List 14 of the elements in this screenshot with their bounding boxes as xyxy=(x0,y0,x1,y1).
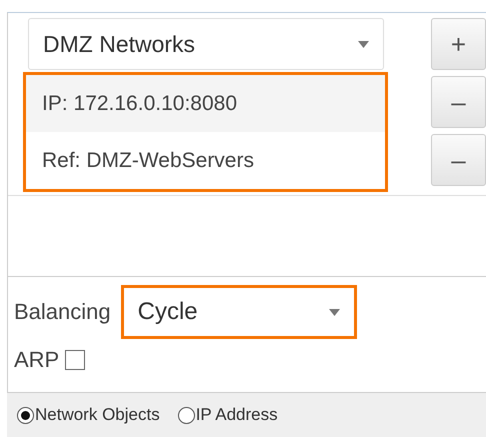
entry-item[interactable]: IP: 172.16.0.10:8080 xyxy=(26,75,385,132)
arp-label: ARP xyxy=(14,347,60,373)
entry-item[interactable]: Ref: DMZ-WebServers xyxy=(26,132,385,189)
caret-icon xyxy=(358,40,369,48)
network-select[interactable]: DMZ Networks xyxy=(28,18,384,70)
mode-radio[interactable]: IP Address xyxy=(178,405,278,425)
remove-button[interactable]: – xyxy=(431,134,486,186)
arp-checkbox[interactable] xyxy=(65,350,86,370)
caret-icon xyxy=(328,308,340,316)
remove-button[interactable]: – xyxy=(431,76,486,128)
balancing-select[interactable]: Cycle xyxy=(120,285,357,339)
balancing-label: Balancing xyxy=(14,299,111,325)
mode-radio[interactable]: Network Objects xyxy=(17,405,160,425)
add-button[interactable]: + xyxy=(431,18,486,70)
